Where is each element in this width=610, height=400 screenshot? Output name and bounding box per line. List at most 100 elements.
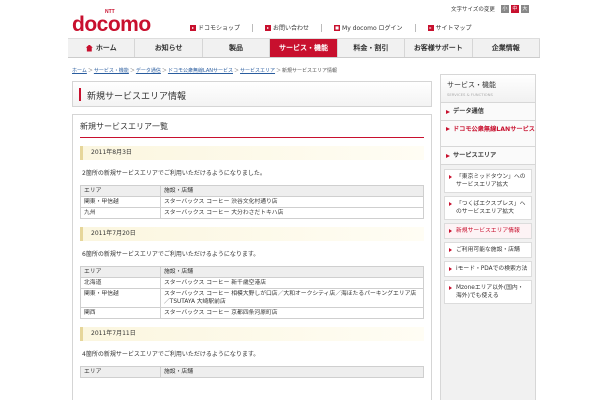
- breadcrumb-services[interactable]: サービス・機能: [94, 68, 129, 74]
- nav-home[interactable]: ホーム: [68, 39, 136, 57]
- cell-facility: スターバックス コーヒー 京都四条河原町店: [160, 307, 424, 319]
- arrow-right-icon: ▸: [190, 24, 196, 31]
- nav-home-label: ホーム: [95, 44, 117, 52]
- font-size-large-button[interactable]: 大: [520, 5, 529, 13]
- date-heading: 2011年7月20日: [80, 227, 424, 241]
- breadcrumb-data[interactable]: データ通信: [136, 68, 161, 74]
- sitemap-label: サイトマップ: [435, 25, 472, 32]
- title-accent-bar: [79, 88, 81, 101]
- sidebar-item-imode-search[interactable]: iモード・PDAでの検索方法: [444, 261, 532, 277]
- sidebar-title: サービス・機能: [447, 81, 496, 89]
- table-row: 関東・甲信越 スターバックス コーヒー 相模大野しが口店／大和オークシティ店／海…: [80, 288, 424, 308]
- sidebar-item-mzone[interactable]: Mzoneエリア以外(国内・海外)でも使える: [444, 280, 532, 304]
- nav-services[interactable]: サービス・機能: [270, 39, 338, 57]
- nav-news[interactable]: お知らせ: [135, 39, 203, 57]
- arrow-right-icon: [446, 127, 450, 131]
- entry-description: 6箇所の新規サービスエリアでご利用いただけるようになります。: [82, 251, 260, 258]
- cell-area: 関東・甲信越: [80, 288, 161, 308]
- area-table: エリア 施設・店舗 関東・甲信越 スターバックス コーヒー 渋谷文化村通り店 九…: [80, 185, 424, 219]
- global-nav: ホーム お知らせ 製品 サービス・機能 料金・割引 お客様サポート 企業情報: [68, 38, 540, 58]
- font-size-small-button[interactable]: 小: [500, 5, 509, 13]
- sidebar-item-label: データ通信: [453, 108, 484, 115]
- cell-facility: スターバックス コーヒー 大分わさだトキハ店: [160, 207, 424, 219]
- arrow-right-icon: [446, 154, 450, 158]
- area-table: エリア 施設・店舗: [80, 366, 424, 378]
- column-header-area: エリア: [80, 266, 161, 278]
- header: NTT docomo 文字サイズの変更 小 中 大 ▸ ドコモショップ ▸ お問…: [0, 0, 610, 42]
- table-row: 北海道 スターバックス コーヒー 新千歳空港店: [80, 277, 424, 289]
- breadcrumb-separator: ＞: [129, 68, 135, 74]
- nav-products[interactable]: 製品: [203, 39, 271, 57]
- page-title: 新規サービスエリア情報: [87, 92, 187, 102]
- sidebar-item-label: 新規サービスエリア情報: [456, 228, 520, 234]
- nav-support[interactable]: お客様サポート: [405, 39, 473, 57]
- section-title: 新規サービスエリア一覧: [80, 121, 424, 138]
- arrow-right-icon: [449, 267, 452, 271]
- entry-description: 4箇所の新規サービスエリアでご利用いただけるようになります。: [82, 351, 260, 358]
- cell-facility: スターバックス コーヒー 相模大野しが口店／大和オークシティ店／海ほたるパーキン…: [160, 288, 424, 308]
- arrow-right-icon: ▸: [265, 24, 272, 31]
- sidebar-item-label: iモード・PDAでの検索方法: [456, 266, 528, 272]
- sidebar-item-new-area[interactable]: 新規サービスエリア情報: [444, 223, 532, 239]
- breadcrumb-separator: ＞: [276, 68, 282, 74]
- column-header-facility: 施設・店舗: [160, 185, 424, 197]
- docomo-logo-text: docomo: [72, 13, 151, 36]
- font-size-medium-button[interactable]: 中: [510, 5, 519, 13]
- sidebar-item-label: 「東京ミッドタウン」へのサービスエリア拡大: [456, 174, 526, 188]
- sidebar-subtitle: SERVICES & FUNCTIONS: [447, 92, 493, 97]
- breadcrumb-separator: ＞: [87, 68, 93, 74]
- table-row: 関西 スターバックス コーヒー 京都四条河原町店: [80, 307, 424, 319]
- sidebar-item-midtown[interactable]: 「東京ミッドタウン」へのサービスエリア拡大: [444, 169, 532, 193]
- sidebar-header: サービス・機能 SERVICES & FUNCTIONS: [441, 75, 535, 103]
- contact-link[interactable]: ▸ お問い合わせ: [265, 23, 309, 32]
- breadcrumb-current: 新規サービスエリア情報: [282, 68, 338, 74]
- breadcrumb: ホーム＞サービス・機能＞データ通信＞ドコモ公衆無線LANサービス＞サービスエリア…: [72, 67, 337, 74]
- nav-pricing[interactable]: 料金・割引: [338, 39, 406, 57]
- breadcrumb-separator: ＞: [234, 68, 240, 74]
- docomo-logo[interactable]: NTT docomo: [72, 9, 162, 36]
- sitemap-link[interactable]: ▸ サイトマップ: [427, 23, 472, 32]
- nav-corporate[interactable]: 企業情報: [473, 39, 540, 57]
- column-header-area: エリア: [80, 185, 161, 197]
- home-icon: [85, 44, 93, 52]
- my-docomo-login-link[interactable]: ■ My docomo ログイン: [334, 23, 403, 32]
- sidebar-item-area[interactable]: サービスエリア: [441, 147, 535, 165]
- breadcrumb-separator: ＞: [161, 68, 167, 74]
- arrow-right-icon: [446, 110, 450, 114]
- cell-area: 九州: [80, 207, 161, 219]
- sidebar-item-label: 「つくばエクスプレス」へのサービスエリア拡大: [456, 201, 526, 215]
- divider: [252, 23, 254, 32]
- sidebar-item-label: サービスエリア: [453, 152, 497, 159]
- column-header-facility: 施設・店舗: [160, 266, 424, 278]
- docomo-shop-label: ドコモショップ: [198, 25, 241, 32]
- divider: [321, 23, 323, 32]
- sidebar-item-data[interactable]: データ通信: [441, 103, 535, 121]
- date-heading: 2011年8月3日: [80, 146, 424, 160]
- arrow-right-icon: [449, 229, 452, 233]
- table-header-row: エリア 施設・店舗: [80, 185, 424, 197]
- cell-area: 関東・甲信越: [80, 196, 161, 208]
- breadcrumb-lan[interactable]: ドコモ公衆無線LANサービス: [168, 68, 233, 74]
- breadcrumb-home[interactable]: ホーム: [72, 68, 87, 74]
- font-size-label: 文字サイズの変更: [451, 7, 495, 13]
- login-icon: ■: [334, 24, 341, 31]
- arrow-right-icon: ▸: [427, 24, 434, 31]
- sidebar-item-label: ご利用可能な施設・店舗: [456, 247, 520, 253]
- arrow-right-icon: [449, 286, 452, 290]
- sidebar-item-label: Mzoneエリア以外(国内・海外)でも使える: [456, 285, 524, 299]
- main-content: 新規サービスエリア一覧 2011年8月3日 2箇所の新規サービスエリアでご利用い…: [72, 114, 432, 400]
- table-row: 九州 スターバックス コーヒー 大分わさだトキハ店: [80, 207, 424, 219]
- sidebar-item-lan[interactable]: ドコモ公衆無線LANサービス: [441, 121, 535, 147]
- utility-nav: ▸ ドコモショップ ▸ お問い合わせ ■ My docomo ログイン ▸ サイ…: [190, 23, 472, 32]
- arrow-right-icon: [449, 175, 452, 179]
- cell-area: 北海道: [80, 277, 161, 289]
- sidebar-item-label: ドコモ公衆無線LANサービス: [453, 126, 535, 133]
- font-size-control: 文字サイズの変更 小 中 大: [451, 4, 529, 14]
- page-title-box: 新規サービスエリア情報: [72, 81, 432, 107]
- entry-description: 2箇所の新規サービスエリアでご利用いただけるようになりました。: [82, 170, 266, 177]
- column-header-area: エリア: [80, 366, 161, 378]
- breadcrumb-area[interactable]: サービスエリア: [240, 68, 275, 74]
- docomo-shop-link[interactable]: ▸ ドコモショップ: [190, 23, 240, 32]
- sidebar-item-facilities[interactable]: ご利用可能な施設・店舗: [444, 242, 532, 258]
- sidebar-item-tsukuba[interactable]: 「つくばエクスプレス」へのサービスエリア拡大: [444, 196, 532, 220]
